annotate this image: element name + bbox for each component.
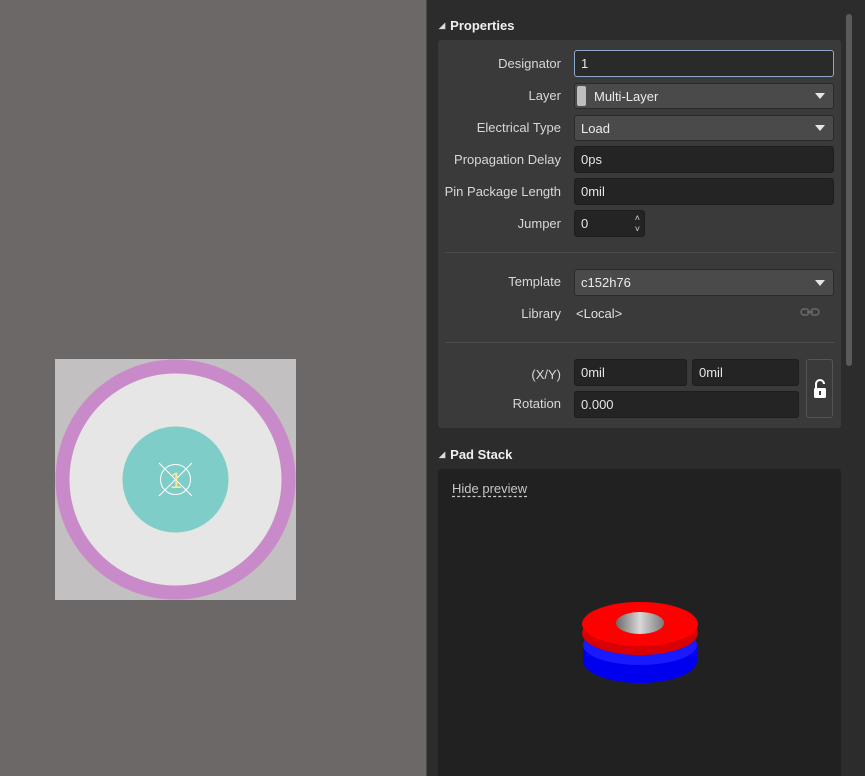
library-label: Library — [521, 306, 561, 321]
designator-value: 1 — [581, 56, 589, 71]
y-value: 0mil — [699, 365, 723, 380]
link-icon[interactable] — [800, 304, 820, 325]
pad-designator-label: 1 — [170, 468, 182, 493]
propagation-delay-value: 0ps — [581, 152, 602, 167]
rotation-value: 0.000 — [581, 397, 614, 412]
app-root: 1 ◢ Properties Designator 1 Layer Multi-… — [0, 0, 865, 776]
layer-dropdown[interactable]: Multi-Layer — [574, 83, 834, 109]
rotation-label: Rotation — [512, 396, 561, 411]
xy-label: (X/Y) — [531, 367, 561, 382]
rotation-input[interactable]: 0.000 — [574, 391, 799, 418]
section-divider — [445, 342, 835, 343]
pin-package-length-label: Pin Package Length — [444, 184, 561, 199]
template-label: Template — [508, 274, 561, 289]
layer-color-swatch — [577, 86, 586, 106]
pad-stack-title: Pad Stack — [450, 446, 513, 462]
layer-label: Layer — [528, 88, 561, 103]
propagation-delay-label: Propagation Delay — [454, 152, 561, 167]
jumper-label: Jumper — [517, 216, 561, 231]
pcb-canvas[interactable]: 1 — [0, 0, 426, 776]
jumper-value: 0 — [581, 216, 589, 231]
designator-label: Designator — [498, 56, 561, 71]
properties-title: Properties — [450, 17, 515, 33]
template-value: c152h76 — [581, 275, 631, 290]
collapse-triangle-icon[interactable]: ◢ — [439, 21, 445, 30]
library-value: <Local> — [576, 306, 623, 321]
x-value: 0mil — [581, 365, 605, 380]
pad-graphic: 1 — [55, 359, 296, 600]
collapse-triangle-icon[interactable]: ◢ — [439, 450, 445, 459]
pad-stack-preview[interactable]: Hide preview — [438, 469, 841, 776]
dropdown-caret-icon — [815, 125, 825, 131]
jumper-spinner[interactable]: 0 ˄ ˅ — [574, 210, 645, 237]
dropdown-caret-icon — [815, 279, 825, 286]
pin-package-length-value: 0mil — [581, 184, 605, 199]
lock-position-button[interactable] — [806, 359, 833, 418]
electrical-type-dropdown[interactable]: Load — [574, 115, 834, 141]
layer-value: Multi-Layer — [594, 88, 659, 104]
x-input[interactable]: 0mil — [574, 359, 687, 386]
pin-package-length-input[interactable]: 0mil — [574, 178, 834, 205]
properties-panel: ◢ Properties Designator 1 Layer Multi-La… — [427, 0, 865, 776]
electrical-type-label: Electrical Type — [476, 120, 561, 135]
spin-down-icon[interactable]: ˅ — [635, 225, 640, 234]
y-input[interactable]: 0mil — [692, 359, 799, 386]
section-divider — [445, 252, 835, 253]
properties-group: Designator 1 Layer Multi-Layer Electrica… — [438, 40, 841, 428]
template-dropdown[interactable]: c152h76 — [574, 269, 834, 296]
pad-footprint-view[interactable]: 1 — [55, 359, 296, 600]
top-layer-hole — [616, 612, 664, 634]
propagation-delay-input[interactable]: 0ps — [574, 146, 834, 173]
electrical-type-value: Load — [581, 120, 610, 136]
unlock-icon — [813, 378, 826, 398]
pad-stack-header[interactable]: ◢ Pad Stack — [439, 444, 512, 464]
hide-preview-link[interactable]: Hide preview — [452, 481, 527, 496]
spin-up-icon[interactable]: ˄ — [635, 214, 640, 223]
pad-stack-3d-view — [582, 602, 698, 683]
dropdown-caret-icon — [815, 93, 825, 99]
properties-header[interactable]: ◢ Properties — [439, 15, 514, 35]
designator-input[interactable]: 1 — [574, 50, 834, 77]
panel-scrollbar[interactable] — [846, 14, 852, 366]
